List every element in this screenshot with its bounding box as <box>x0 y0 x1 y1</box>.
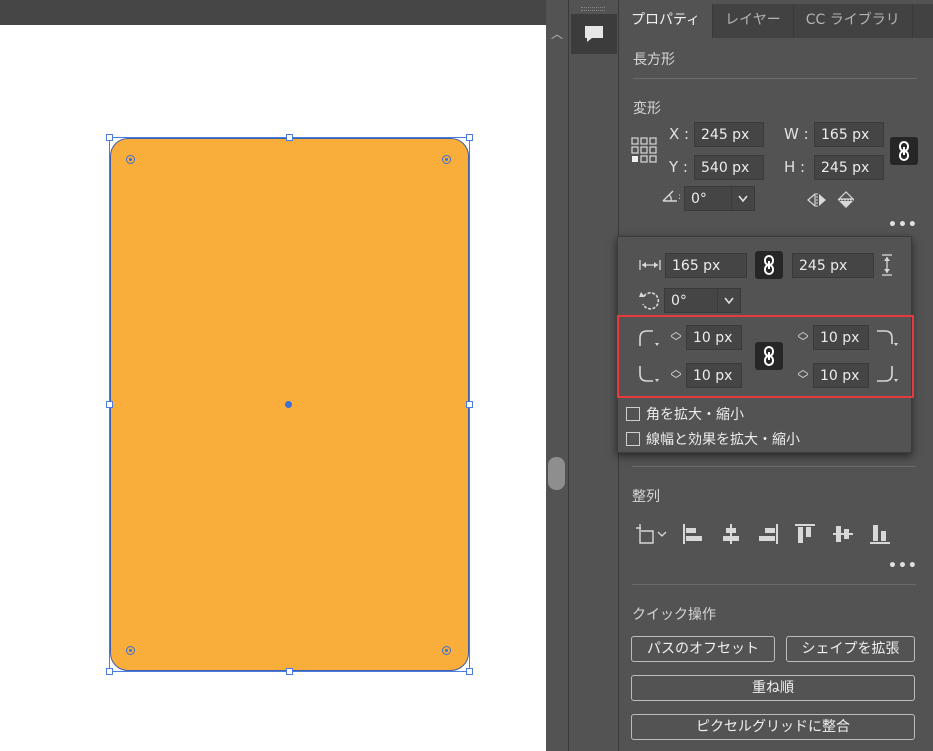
handle-middle-right[interactable] <box>466 401 473 408</box>
align-left-button[interactable] <box>681 522 705 546</box>
align-to-icon <box>636 524 667 544</box>
align-top-icon <box>795 524 815 543</box>
width-icon <box>638 257 662 273</box>
align-pixel-grid-button[interactable]: ピクセルグリッドに整合 <box>631 714 915 740</box>
handle-bottom-right[interactable] <box>466 668 473 675</box>
vertical-scrollbar[interactable]: ︿ <box>546 25 568 751</box>
align-vertical-center-icon <box>833 526 853 542</box>
tab-cc-libraries[interactable]: CC ライブラリ <box>794 4 913 38</box>
center-point <box>285 401 292 408</box>
rect-rotation-field[interactable] <box>664 288 718 313</box>
y-label: Y : <box>669 158 688 176</box>
constrain-proportions-button[interactable] <box>890 137 918 165</box>
comments-icon <box>585 26 603 42</box>
rect-width-field[interactable] <box>665 253 747 278</box>
align-right-icon <box>759 524 778 544</box>
w-label: W : <box>784 125 809 143</box>
scale-corners-option[interactable]: 角を拡大・縮小 <box>626 404 744 424</box>
panel-dock-column <box>568 0 618 751</box>
angle-icon: : <box>660 187 684 205</box>
corner-widget-bottom-left[interactable] <box>126 646 135 655</box>
link-icon <box>764 255 774 275</box>
panel-tabs: プロパティ レイヤー CC ライブラリ <box>619 4 933 38</box>
handle-top-right[interactable] <box>466 134 473 141</box>
rect-constrain-button[interactable] <box>755 251 783 279</box>
height-icon <box>880 254 894 276</box>
chevron-down-icon <box>738 195 748 203</box>
corner-widget-bottom-right[interactable] <box>442 646 451 655</box>
canvas-area[interactable] <box>0 0 546 751</box>
align-left-icon <box>683 524 702 544</box>
scroll-up-icon[interactable]: ︿ <box>550 27 564 41</box>
link-icon <box>899 141 909 161</box>
reference-point-icon <box>631 137 657 163</box>
corner-widget-top-left[interactable] <box>126 155 135 164</box>
chevron-down-icon <box>724 297 734 305</box>
reference-point-button[interactable] <box>631 137 657 163</box>
corner-widget-top-right[interactable] <box>442 155 451 164</box>
quick-actions-title: クイック操作 <box>632 607 716 623</box>
angle-field[interactable] <box>684 186 732 211</box>
rect-height-field[interactable] <box>792 253 874 278</box>
angle-dropdown-button[interactable] <box>731 186 755 211</box>
arrange-button[interactable]: 重ね順 <box>631 675 915 701</box>
align-bottom-icon <box>870 525 890 544</box>
x-field[interactable] <box>694 122 764 147</box>
y-field[interactable] <box>694 155 764 180</box>
h-field[interactable] <box>814 155 884 180</box>
scale-corners-label: 角を拡大・縮小 <box>646 407 744 423</box>
scroll-thumb[interactable] <box>548 457 565 490</box>
scale-strokes-checkbox[interactable] <box>626 432 640 446</box>
divider <box>632 466 916 467</box>
align-vertical-center-button[interactable] <box>831 522 855 546</box>
rect-rotation-dropdown[interactable] <box>717 288 741 313</box>
object-type-label: 長方形 <box>633 52 675 68</box>
align-bottom-button[interactable] <box>868 522 892 546</box>
handle-bottom-left[interactable] <box>106 668 113 675</box>
scale-strokes-label: 線幅と効果を拡大・縮小 <box>646 432 800 448</box>
scale-strokes-option[interactable]: 線幅と効果を拡大・縮小 <box>626 429 800 449</box>
flip-vertical-button[interactable] <box>836 190 856 210</box>
scale-corners-checkbox[interactable] <box>626 407 640 421</box>
tab-layers[interactable]: レイヤー <box>713 4 794 38</box>
h-label: H : <box>784 158 806 176</box>
tab-properties[interactable]: プロパティ <box>619 4 714 38</box>
align-horizontal-center-icon <box>723 524 739 544</box>
flip-horizontal-button[interactable] <box>806 191 828 209</box>
dock-grip[interactable] <box>581 7 605 11</box>
svg-text::: : <box>678 192 681 202</box>
handle-top-middle[interactable] <box>286 134 293 141</box>
align-horizontal-center-button[interactable] <box>719 522 743 546</box>
comments-button[interactable] <box>571 14 617 54</box>
transform-more-options[interactable]: ••• <box>888 217 918 233</box>
canvas-top-bar <box>0 0 546 25</box>
divider <box>633 78 917 79</box>
align-section-title: 整列 <box>632 489 660 505</box>
x-label: X : <box>669 125 690 143</box>
w-field[interactable] <box>814 122 884 147</box>
align-top-button[interactable] <box>793 522 817 546</box>
handle-bottom-middle[interactable] <box>286 668 293 675</box>
align-to-button[interactable] <box>634 522 668 546</box>
offset-path-button[interactable]: パスのオフセット <box>631 636 775 662</box>
transform-section-title: 変形 <box>633 101 661 117</box>
flip-vertical-icon <box>838 191 854 208</box>
divider <box>632 584 916 585</box>
handle-middle-left[interactable] <box>106 401 113 408</box>
align-more-options[interactable]: ••• <box>888 558 918 574</box>
rotate-icon <box>638 289 662 313</box>
align-right-button[interactable] <box>756 522 780 546</box>
expand-shape-button[interactable]: シェイプを拡張 <box>786 636 915 662</box>
handle-top-left[interactable] <box>106 134 113 141</box>
corner-radius-highlight <box>617 315 914 398</box>
flip-horizontal-icon <box>807 193 826 207</box>
